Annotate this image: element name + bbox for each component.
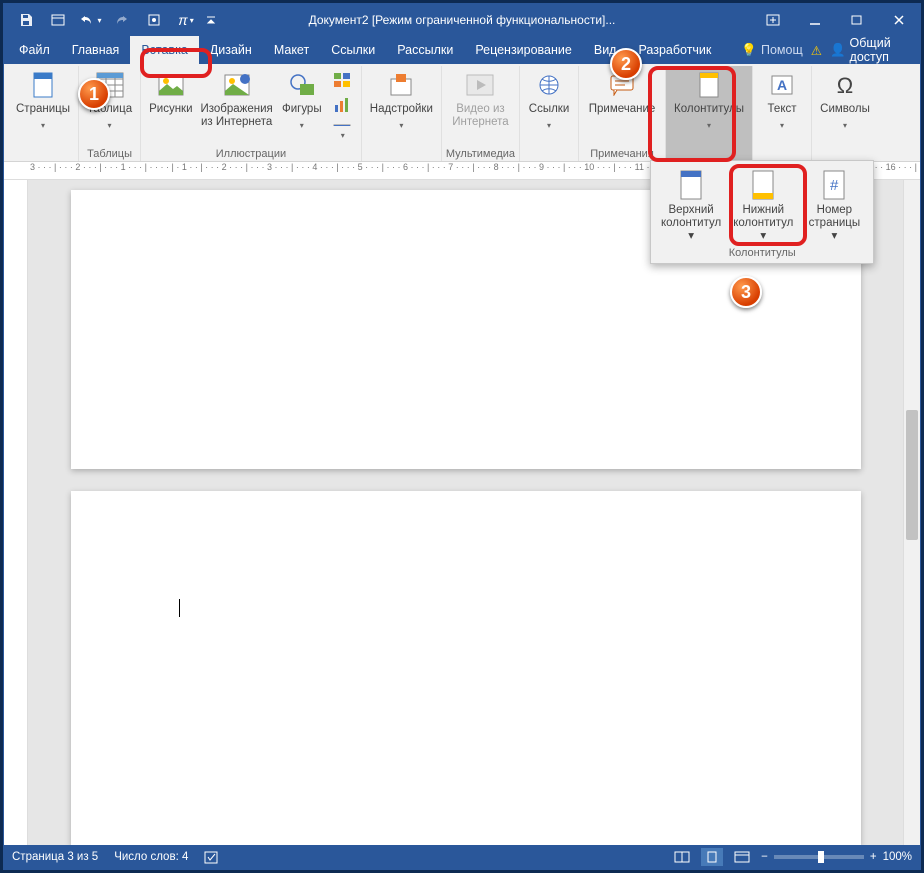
chart-button[interactable] <box>327 95 357 119</box>
word-count[interactable]: Число слов: 4 <box>114 851 188 863</box>
omega-icon: Ω <box>829 69 861 101</box>
document-scroll[interactable] <box>28 180 903 845</box>
tab-developer[interactable]: Разработчик <box>627 36 741 64</box>
online-pictures-button[interactable]: Изображения из Интернета <box>197 66 277 142</box>
callout-2: 2 <box>610 48 642 80</box>
scrollbar-thumb[interactable] <box>906 410 918 540</box>
tab-references[interactable]: Ссылки <box>320 36 386 64</box>
addins-button[interactable]: Надстройки▾ <box>366 66 437 142</box>
ribbon-options-icon[interactable] <box>752 4 794 36</box>
vertical-scrollbar[interactable] <box>903 180 920 845</box>
footer-doc-icon <box>748 168 778 202</box>
dropdown-group-label: Колонтитулы <box>655 246 869 259</box>
page[interactable] <box>71 491 861 845</box>
smartart-button[interactable] <box>327 70 357 94</box>
save-icon[interactable] <box>10 5 42 35</box>
page-number-option[interactable]: #Номер страницы▾ <box>799 165 869 246</box>
maximize-button[interactable] <box>836 4 878 36</box>
tab-insert[interactable]: Вставка <box>130 36 198 64</box>
tab-review[interactable]: Рецензирование <box>464 36 583 64</box>
chart-icon <box>333 97 351 113</box>
links-button[interactable]: Ссылки▾ <box>524 66 574 142</box>
ribbon: Страницы▾ Таблица▾ Таблицы Рисунки Изобр… <box>4 64 920 162</box>
shapes-button[interactable]: Фигуры▾ <box>277 66 327 142</box>
document-area <box>4 180 920 845</box>
tab-design[interactable]: Дизайн <box>199 36 263 64</box>
online-pictures-icon <box>221 69 253 101</box>
zoom-out-button[interactable]: − <box>761 851 768 863</box>
vertical-ruler[interactable] <box>4 180 28 845</box>
qat-btn2[interactable] <box>42 5 74 35</box>
addins-icon <box>385 69 417 101</box>
header-footer-icon <box>693 69 725 101</box>
pictures-button[interactable]: Рисунки <box>145 66 196 142</box>
status-bar: Страница 3 из 5 Число слов: 4 − + 100% <box>4 845 920 869</box>
smartart-icon <box>333 72 351 88</box>
zoom-in-button[interactable]: + <box>870 851 877 863</box>
minimize-button[interactable] <box>794 4 836 36</box>
headers-footers-button[interactable]: Колонтитулы▾ <box>670 66 748 142</box>
pagenum-icon: # <box>819 168 849 202</box>
symbols-button[interactable]: ΩСимволы▾ <box>816 66 874 142</box>
shapes-icon <box>286 69 318 101</box>
callout-1: 1 <box>78 78 110 110</box>
redo-icon[interactable] <box>106 5 138 35</box>
zoom-slider-knob[interactable] <box>818 851 824 863</box>
page-icon <box>27 69 59 101</box>
window-title: Документ2 [Режим ограниченной функционал… <box>309 13 616 27</box>
pages-button[interactable]: Страницы▾ <box>12 66 74 142</box>
qat-more[interactable] <box>202 5 220 35</box>
read-mode-button[interactable] <box>671 848 693 866</box>
web-layout-button[interactable] <box>731 848 753 866</box>
video-button: Видео из Интернета <box>448 66 512 142</box>
svg-text:#: # <box>830 177 839 194</box>
person-icon: 👤 <box>830 43 846 58</box>
text-button[interactable]: AТекст▾ <box>757 66 807 142</box>
equation-icon[interactable]: π▾ <box>170 5 202 35</box>
screenshot-icon <box>333 122 351 126</box>
svg-text:A: A <box>777 77 787 93</box>
menu-bar: Файл Главная Вставка Дизайн Макет Ссылки… <box>4 36 920 64</box>
text-cursor <box>179 599 180 617</box>
print-layout-button[interactable] <box>701 848 723 866</box>
pictures-icon <box>155 69 187 101</box>
screenshot-button[interactable]: ▾ <box>327 120 357 144</box>
title-bar: ▾ π▾ Документ2 [Режим ограниченной функц… <box>4 4 920 36</box>
header-option[interactable]: Верхний колонтитул▾ <box>655 165 727 246</box>
proofing-icon[interactable] <box>204 850 220 864</box>
tab-home[interactable]: Главная <box>61 36 131 64</box>
textbox-icon: A <box>766 69 798 101</box>
headers-footers-dropdown: Верхний колонтитул▾ Нижний колонтитул▾ #… <box>650 160 874 264</box>
tab-layout[interactable]: Макет <box>263 36 320 64</box>
close-button[interactable] <box>878 4 920 36</box>
callout-3: 3 <box>730 276 762 308</box>
zoom-slider[interactable] <box>774 855 864 859</box>
footer-option[interactable]: Нижний колонтитул▾ <box>727 165 799 246</box>
tell-me[interactable]: 💡Помощ <box>741 43 802 58</box>
bulb-icon: 💡 <box>741 43 757 58</box>
undo-icon[interactable]: ▾ <box>74 5 106 35</box>
share-button[interactable]: 👤Общий доступ <box>830 36 908 64</box>
qat-btn5[interactable] <box>138 5 170 35</box>
page-status[interactable]: Страница 3 из 5 <box>12 851 98 863</box>
link-icon <box>533 69 565 101</box>
warning-icon[interactable]: ⚠ <box>811 43 822 58</box>
tab-mailings[interactable]: Рассылки <box>386 36 464 64</box>
zoom-level[interactable]: 100% <box>883 851 912 863</box>
header-doc-icon <box>676 168 706 202</box>
tab-file[interactable]: Файл <box>8 36 61 64</box>
video-icon <box>464 69 496 101</box>
